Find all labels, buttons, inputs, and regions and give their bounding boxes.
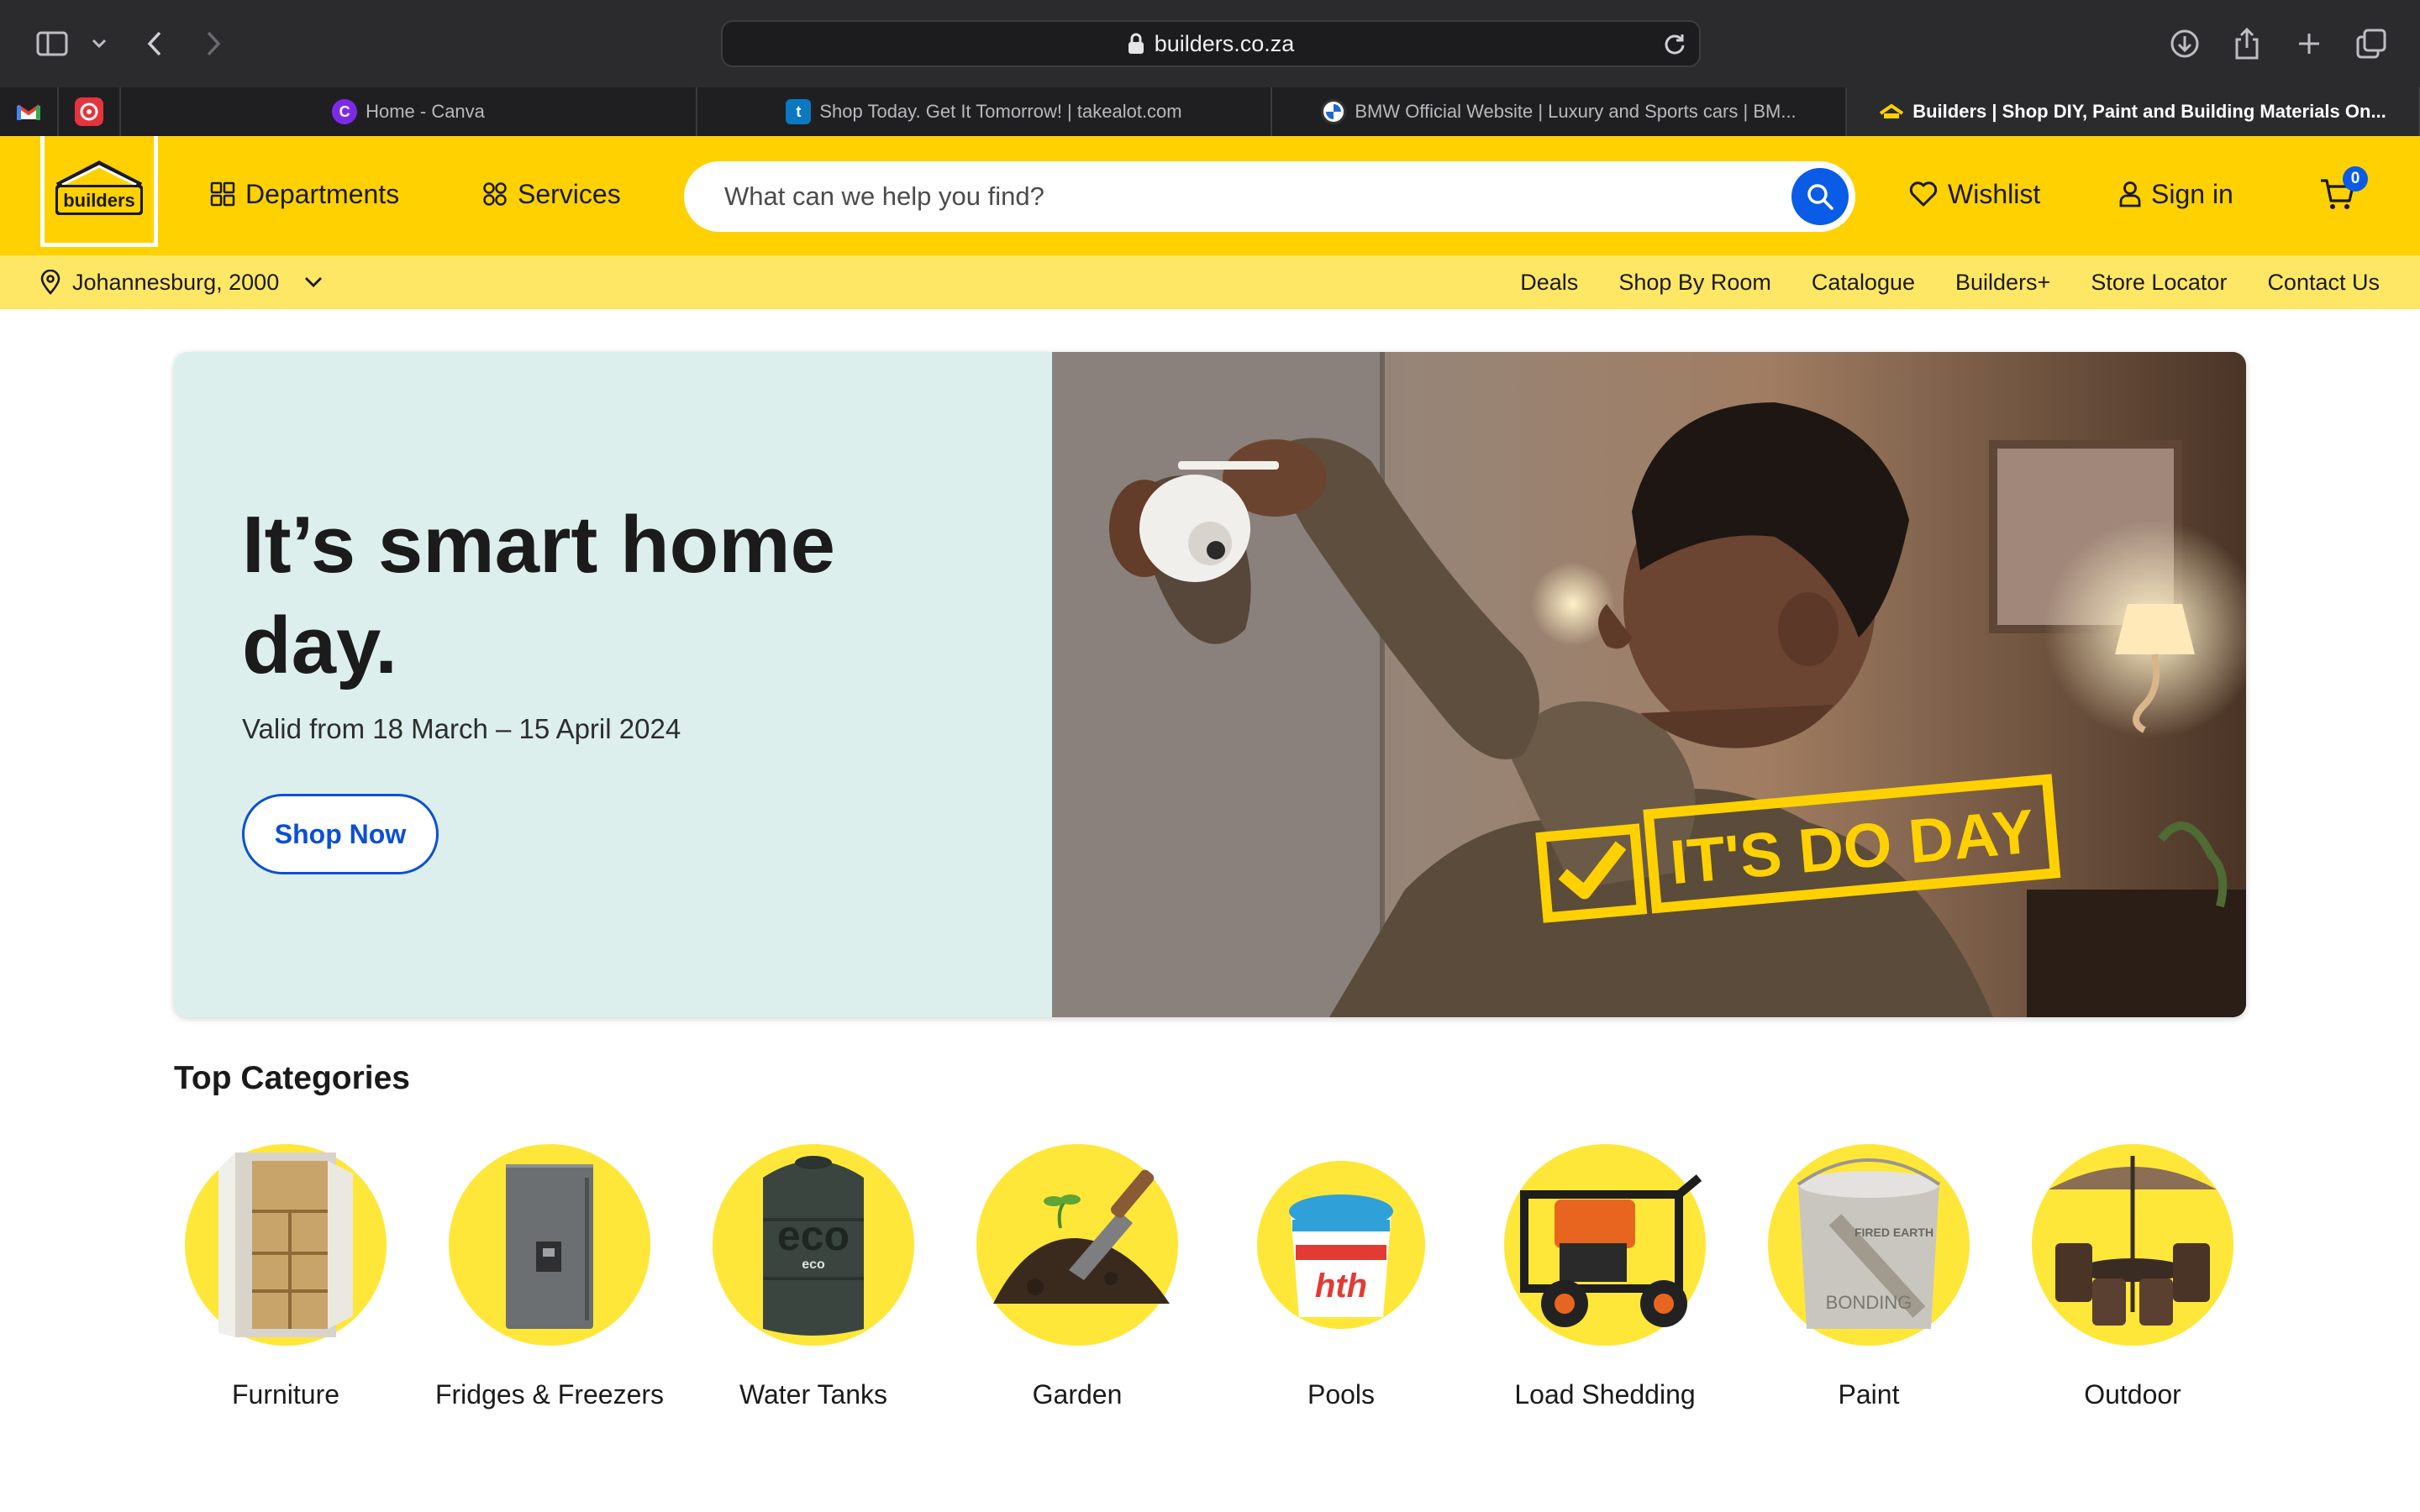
category-furniture[interactable]: Furniture (168, 1144, 403, 1415)
pinned-tab-gmail[interactable] (0, 87, 59, 136)
hero-banner[interactable]: It’s smart home day. Valid from 18 March… (174, 352, 2246, 1017)
pinned-tab-app[interactable] (59, 87, 121, 136)
services-label: Services (518, 178, 621, 209)
fridge-icon (449, 1144, 650, 1346)
link-shop-by-room[interactable]: Shop By Room (1618, 270, 1771, 296)
category-paint[interactable]: FIRED EARTH BONDING Paint (1751, 1144, 1986, 1415)
link-store-locator[interactable]: Store Locator (2091, 270, 2227, 296)
wishlist-button[interactable]: Wishlist (1909, 173, 2040, 215)
category-label: Fridges & Freezers (434, 1379, 665, 1410)
tab-bar: C Home - Canva t Shop Today. Get It Tomo… (0, 87, 2420, 136)
bmw-icon (1321, 99, 1347, 124)
hero-title: It’s smart home day. (242, 500, 835, 690)
departments-button[interactable]: Departments (210, 173, 399, 215)
svg-text:eco: eco (777, 1212, 850, 1259)
svg-text:hth: hth (1315, 1268, 1367, 1305)
cart-button[interactable]: 0 (2319, 166, 2370, 215)
search-input[interactable] (724, 181, 1733, 212)
category-garden[interactable]: Garden (960, 1144, 1195, 1415)
category-outdoor[interactable]: Outdoor (2015, 1144, 2250, 1415)
link-builders-plus[interactable]: Builders+ (1955, 270, 2050, 296)
chevron-down-icon (305, 277, 323, 287)
paint-bucket-icon: FIRED EARTH BONDING (1768, 1144, 1970, 1346)
logo-text: builders (63, 190, 135, 211)
services-button[interactable]: Services (482, 173, 621, 215)
category-label: Pools (1307, 1379, 1376, 1410)
smart-camera-install-illustration (1052, 352, 2246, 1017)
app-icon (75, 97, 103, 126)
user-icon (2119, 181, 2141, 207)
tab-canva[interactable]: C Home - Canva (121, 87, 697, 136)
svg-text:eco: eco (802, 1257, 825, 1272)
location-selector[interactable]: Johannesburg, 2000 (40, 255, 323, 309)
wishlist-label: Wishlist (1948, 178, 2041, 209)
download-icon[interactable] (2166, 25, 2203, 62)
takealot-icon: t (786, 99, 812, 124)
svg-text:BONDING: BONDING (1826, 1292, 1912, 1313)
water-tank-icon: eco eco (713, 1144, 914, 1346)
category-label: Garden (1032, 1379, 1123, 1410)
category-label: Water Tanks (739, 1379, 888, 1410)
patio-set-icon (2032, 1144, 2233, 1346)
link-catalogue[interactable]: Catalogue (1812, 270, 1915, 296)
map-pin-icon (40, 270, 60, 295)
tab-builders[interactable]: Builders | Shop DIY, Paint and Building … (1847, 87, 2420, 136)
tab-takealot[interactable]: t Shop Today. Get It Tomorrow! | takealo… (697, 87, 1272, 136)
departments-label: Departments (245, 178, 400, 209)
pool-bucket-icon: hth (1257, 1161, 1425, 1329)
category-pools[interactable]: hth Pools (1223, 1144, 1459, 1415)
gmail-icon (16, 104, 41, 120)
chevron-down-icon[interactable] (81, 25, 118, 62)
svg-text:FIRED EARTH: FIRED EARTH (1854, 1226, 1933, 1239)
services-icon (483, 182, 507, 206)
secondary-nav: Johannesburg, 2000 Deals Shop By Room Ca… (0, 255, 2420, 309)
link-deals[interactable]: Deals (1520, 270, 1578, 296)
category-label: Furniture (231, 1379, 340, 1410)
share-icon[interactable] (2228, 25, 2265, 62)
shop-now-button[interactable]: Shop Now (242, 794, 439, 874)
builders-house-icon (1879, 99, 1904, 124)
browser-toolbar: builders.co.za (0, 0, 2420, 87)
heart-icon (1909, 181, 1938, 207)
forward-icon[interactable] (195, 25, 232, 62)
location-label: Johannesburg, 2000 (72, 269, 280, 295)
category-fridges-freezers[interactable]: Fridges & Freezers (432, 1144, 667, 1415)
secondary-links: Deals Shop By Room Catalogue Builders+ S… (1480, 255, 2380, 309)
hero-subtitle: Valid from 18 March – 15 April 2024 (242, 713, 681, 744)
new-tab-icon[interactable] (2291, 25, 2328, 62)
generator-icon (1504, 1144, 1706, 1346)
category-water-tanks[interactable]: eco eco Water Tanks (696, 1144, 931, 1415)
sidebar-toggle-icon[interactable] (34, 25, 71, 62)
tab-bmw[interactable]: BMW Official Website | Luxury and Sports… (1272, 87, 1847, 136)
search-button[interactable] (1791, 168, 1849, 225)
browser-chrome: builders.co.za C Home - Canva t Shop Tod… (0, 0, 2420, 136)
reload-icon[interactable] (1664, 33, 1686, 59)
category-label: Outdoor (2084, 1379, 2181, 1410)
url-text: builders.co.za (1154, 30, 1295, 56)
builders-logo[interactable]: builders (40, 136, 158, 247)
cart-count-badge: 0 (2343, 166, 2368, 192)
search-bar (684, 161, 1855, 232)
trowel-soil-icon (976, 1144, 1178, 1346)
lock-icon (1128, 33, 1144, 54)
grid-icon (210, 181, 235, 207)
top-categories-heading: Top Categories (174, 1060, 410, 1096)
cabinet-icon (185, 1144, 387, 1346)
category-label: Load Shedding (1514, 1379, 1696, 1410)
category-load-shedding[interactable]: Load Shedding (1487, 1144, 1723, 1415)
signin-button[interactable]: Sign in (2119, 173, 2233, 215)
category-label: Paint (1838, 1379, 1900, 1410)
tab-overview-icon[interactable] (2353, 25, 2390, 62)
hero-image: IT'S DO DAY (1052, 352, 2246, 1017)
signin-label: Sign in (2151, 178, 2233, 209)
search-icon (1807, 184, 1833, 210)
hero-text-panel: It’s smart home day. Valid from 18 March… (174, 352, 1052, 1017)
back-icon[interactable] (136, 25, 173, 62)
site-header: builders Departments Services Wishlist S… (0, 136, 2420, 255)
canva-icon: C (332, 99, 358, 124)
address-bar[interactable]: builders.co.za (721, 20, 1701, 67)
link-contact-us[interactable]: Contact Us (2267, 270, 2380, 296)
